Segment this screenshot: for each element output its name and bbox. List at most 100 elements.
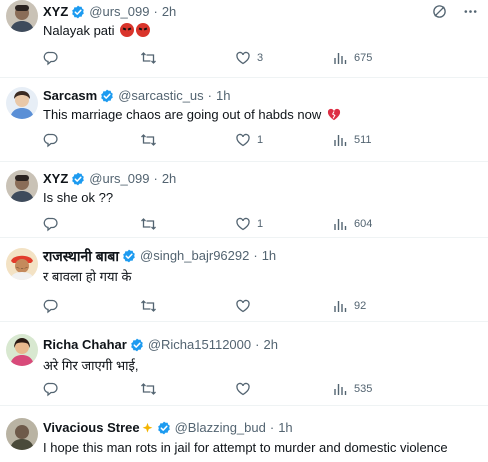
separator-dot: · [255,337,260,352]
timestamp[interactable]: 2h [263,337,277,353]
reply-icon [43,133,58,148]
reply-button[interactable] [43,381,65,397]
more-icon[interactable] [463,4,478,19]
views-button[interactable]: 511 [332,132,372,148]
like-icon [236,382,250,396]
tweet[interactable]: Vivacious Stree @Blazzing_bud · 1h I hop… [0,406,488,462]
views-button[interactable]: 535 [332,381,372,397]
verified-badge-icon [71,172,85,186]
tweet-text: This marriage chaos are going out of hab… [43,107,322,122]
avatar[interactable] [6,87,38,119]
reply-icon [43,382,58,397]
views-button[interactable]: 92 [332,298,366,314]
like-icon [236,133,250,147]
action-bar: 92 [43,298,453,316]
repost-button[interactable] [140,216,163,232]
verified-badge-icon [157,421,171,435]
verified-badge-icon [71,5,85,19]
author-name[interactable]: XYZ [43,4,68,20]
view-count: 511 [354,134,372,146]
reply-button[interactable] [43,132,65,148]
verified-badge-icon [100,89,114,103]
repost-button[interactable] [140,298,163,314]
timestamp[interactable]: 1h [278,420,292,436]
author-handle[interactable]: @urs_099 [89,171,149,187]
reply-button[interactable] [43,298,65,314]
avatar[interactable] [6,248,38,280]
author-handle[interactable]: @Richa15112000 [148,337,251,353]
timestamp[interactable]: 2h [162,171,176,187]
like-count: 1 [257,134,264,146]
tweet[interactable]: XYZ @urs_099 · 2h Is she ok ?? 1 604 [0,162,488,238]
timestamp[interactable]: 1h [262,248,276,264]
repost-button[interactable] [140,381,163,397]
sparkles-emoji [142,422,152,433]
tweet-text: Nalayak pati [43,23,115,38]
timestamp[interactable]: 2h [162,4,176,20]
tweet[interactable]: Richa Chahar @Richa15112000 · 2h अरे गिर… [0,322,488,406]
author-name[interactable]: राजस्थानी बाबा [43,248,119,264]
avatar[interactable] [6,418,38,450]
reply-button[interactable] [43,50,65,66]
author-handle[interactable]: @sarcastic_us [118,88,203,104]
repost-button[interactable] [140,50,163,66]
tweet-text: Is she ok ?? [43,190,114,205]
separator-dot: · [153,171,158,186]
tweet-text: र बावला हो गया के [43,269,132,284]
avatar[interactable] [6,0,38,32]
views-icon [334,135,347,146]
like-button[interactable]: 3 [235,50,263,66]
avatar[interactable] [6,334,38,366]
like-button[interactable]: 1 [235,216,263,232]
view-count: 535 [354,383,373,395]
grok-icon[interactable] [432,4,447,19]
like-button[interactable]: 1 [235,132,263,148]
timestamp[interactable]: 1h [216,88,230,104]
separator-dot: · [153,4,158,19]
separator-dot: · [207,88,213,103]
tweet-text-row: This marriage chaos are going out of hab… [43,106,341,123]
reply-icon [43,217,58,232]
verified-badge-icon [130,338,144,352]
angry-face-emoji [120,23,135,37]
author-name[interactable]: Vivacious Stree [43,420,140,436]
action-bar: 535 [43,381,453,399]
author-name[interactable]: Richa Chahar [43,337,127,353]
author-handle[interactable]: @Blazzing_bud [175,420,266,436]
tweet[interactable]: Sarcasm @sarcastic_us · 1h This marriage… [0,78,488,162]
like-icon [236,299,250,313]
view-count: 92 [354,300,367,312]
repost-icon [141,134,156,146]
angry-face-emoji [136,23,151,37]
repost-icon [141,218,156,230]
author-handle[interactable]: @singh_bajr96292 [140,248,249,264]
repost-button[interactable] [140,132,163,148]
action-bar: 3 675 [43,50,453,68]
reply-button[interactable] [43,216,65,232]
like-button[interactable] [235,381,257,397]
like-button[interactable] [235,298,257,314]
view-count: 675 [354,52,373,64]
author-handle[interactable]: @urs_099 [89,4,149,20]
separator-dot: · [269,420,275,435]
author-name[interactable]: XYZ [43,171,68,187]
views-button[interactable]: 675 [332,50,372,66]
views-icon [334,219,347,230]
author-name[interactable]: Sarcasm [43,88,97,104]
broken-heart-emoji [327,108,340,121]
views-button[interactable]: 604 [332,216,372,232]
repost-icon [141,300,156,312]
tweet[interactable]: राजस्थानी बाबा @singh_bajr96292 · 1h र ब… [0,238,488,322]
like-count: 1 [257,218,264,230]
tweet-text-row: Nalayak pati [43,22,151,39]
like-icon [236,217,250,231]
avatar[interactable] [6,170,38,202]
views-icon [334,384,347,395]
tweet-text: I hope this man rots in jail for attempt… [43,440,448,455]
tweet-text: अरे गिर जाएगी भाई, [43,358,139,373]
views-icon [334,301,347,312]
action-bar: 1 511 [43,132,453,150]
tweet[interactable]: XYZ @urs_099 · 2h Nalayak pati 3 675 [0,0,488,78]
reply-icon [43,51,58,66]
repost-icon [141,52,156,64]
